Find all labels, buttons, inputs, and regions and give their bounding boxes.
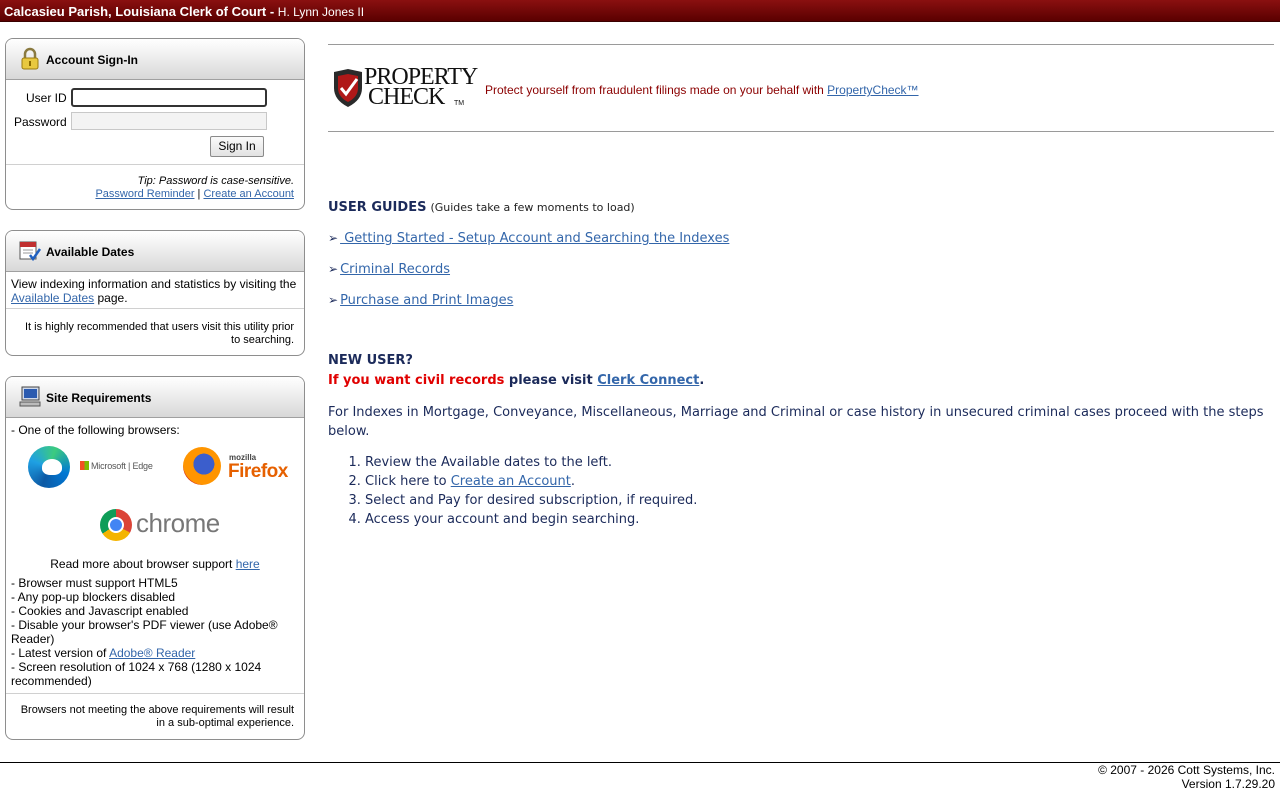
available-dates-note: It is highly recommended that users visi…	[6, 308, 304, 355]
propertycheck-promo: Protect yourself from fraudulent filings…	[485, 83, 919, 97]
copyright: © 2007 - 2026 Cott Systems, Inc.	[1098, 763, 1275, 777]
guide-criminal-records[interactable]: ➢ Criminal Records	[328, 262, 450, 277]
top-header-bar: Calcasieu Parish, Louisiana Clerk of Cou…	[0, 0, 1280, 22]
requirement-popups: - Any pop-up blockers disabled	[11, 590, 176, 604]
site-requirements-title: Site Requirements	[46, 391, 152, 405]
civil-records-text: please visit	[504, 373, 598, 388]
propertycheck-logo[interactable]: PROPERTY CHECK TM	[332, 65, 482, 110]
footer-divider	[0, 762, 1280, 763]
edge-logo-icon[interactable]	[28, 446, 70, 488]
new-user-steps: Review the Available dates to the left. …	[328, 453, 697, 529]
edge-brand-text: Microsoft | Edge	[80, 461, 153, 471]
guide-purchase-print[interactable]: ➢ Purchase and Print Images	[328, 293, 513, 308]
user-guides-heading: USER GUIDES (Guides take a few moments to…	[328, 200, 635, 215]
site-requirements-panel: Site Requirements - One of the following…	[5, 376, 305, 740]
guide-purchase-print-link[interactable]: Purchase and Print Images	[340, 293, 513, 308]
guide-getting-started[interactable]: ➢ Getting Started - Setup Account and Se…	[328, 231, 729, 246]
lock-icon	[21, 47, 39, 70]
browser-support-text: Read more about browser support here	[6, 557, 304, 571]
step-item: Select and Pay for desired subscription,…	[365, 491, 697, 510]
middle-divider	[328, 131, 1274, 132]
account-signin-panel: Account Sign-In User ID Password Sign In…	[5, 38, 305, 210]
chrome-brand: chrome	[136, 508, 220, 538]
create-account-step-link[interactable]: Create an Account	[451, 474, 571, 489]
new-user-intro: For Indexes in Mortgage, Conveyance, Mis…	[328, 405, 1264, 439]
requirement-cookies: - Cookies and Javascript enabled	[11, 604, 189, 618]
adobe-reader-link[interactable]: Adobe® Reader	[109, 646, 195, 660]
user-guides-title: USER GUIDES	[328, 200, 427, 215]
available-dates-title: Available Dates	[46, 245, 135, 259]
available-dates-link[interactable]: Available Dates	[11, 291, 94, 305]
footer: © 2007 - 2026 Cott Systems, Inc. Version…	[1098, 763, 1275, 791]
available-dates-text-before: View indexing information and statistics…	[11, 277, 297, 291]
calendar-icon	[19, 241, 42, 262]
step-item: Review the Available dates to the left.	[365, 453, 697, 472]
signin-footer: Tip: Password is case-sensitive. Passwor…	[6, 164, 304, 209]
requirement-adobe: - Latest version of Adobe® Reader	[11, 646, 297, 660]
signin-button[interactable]: Sign In	[210, 136, 264, 157]
guide-getting-started-link[interactable]: Getting Started - Setup Account and Sear…	[340, 231, 729, 246]
step2-end: .	[570, 474, 576, 489]
signin-links: Password Reminder | Create an Account	[16, 188, 294, 201]
create-account-link[interactable]: Create an Account	[203, 188, 294, 200]
password-input[interactable]	[71, 112, 267, 130]
user-guides-note: (Guides take a few moments to load)	[430, 201, 635, 214]
civil-records-line: If you want civil records please visit C…	[328, 373, 704, 388]
page-title: Calcasieu Parish, Louisiana Clerk of Cou…	[4, 4, 364, 19]
edge-brand: Microsoft | Edge	[91, 461, 153, 471]
read-more-text: Read more about browser support	[50, 557, 236, 571]
propertycheck-link[interactable]: PropertyCheck™	[827, 83, 918, 97]
step-item: Click here to Create an Account.	[365, 472, 697, 491]
step2-text: Click here to	[365, 474, 451, 489]
available-dates-text: View indexing information and statistics…	[11, 277, 301, 305]
password-tip: Tip: Password is case-sensitive.	[137, 175, 294, 187]
requirements-list: - Browser must support HTML5 - Any pop-u…	[11, 576, 297, 688]
civil-records-red-text: If you want civil records	[328, 373, 505, 388]
propertycheck-logo-line2: CHECK	[368, 84, 445, 110]
civil-records-end: .	[699, 373, 705, 388]
top-divider	[328, 44, 1274, 45]
signin-panel-header: Account Sign-In	[6, 39, 304, 80]
browser-support-here-link[interactable]: here	[236, 557, 260, 571]
requirement-html5: - Browser must support HTML5	[11, 576, 178, 590]
page-title-text: Calcasieu Parish, Louisiana Clerk of Cou…	[4, 4, 278, 19]
requirements-note: Browsers not meeting the above requireme…	[6, 693, 304, 739]
requirement-pdf-viewer: - Disable your browser's PDF viewer (use…	[11, 618, 278, 646]
guide-criminal-records-link[interactable]: Criminal Records	[340, 262, 450, 277]
chrome-logo-icon[interactable]	[100, 509, 132, 541]
available-dates-panel: Available Dates View indexing informatio…	[5, 230, 305, 356]
password-reminder-link[interactable]: Password Reminder	[95, 188, 194, 200]
requirement-resolution: - Screen resolution of 1024 x 768 (1280 …	[11, 660, 262, 688]
arrow-right-icon: ➢	[328, 231, 339, 245]
firefox-brand: Firefox	[228, 461, 288, 482]
userid-input[interactable]	[71, 88, 267, 107]
arrow-right-icon: ➢	[328, 293, 339, 307]
computer-icon	[19, 386, 41, 407]
password-label: Password	[14, 115, 67, 129]
shield-check-icon	[334, 69, 362, 107]
propertycheck-promo-text: Protect yourself from fraudulent filings…	[485, 83, 828, 97]
version: Version 1.7.29.20	[1181, 777, 1275, 791]
new-user-heading: NEW USER?	[328, 353, 413, 368]
clerk-name: H. Lynn Jones II	[277, 5, 365, 19]
available-dates-header: Available Dates	[6, 231, 304, 272]
site-requirements-header: Site Requirements	[6, 377, 304, 418]
propertycheck-logo-tm: TM	[454, 100, 465, 107]
browsers-intro: - One of the following browsers:	[11, 423, 180, 437]
available-dates-text-after: page.	[94, 291, 128, 305]
userid-label: User ID	[26, 91, 67, 105]
arrow-right-icon: ➢	[328, 262, 339, 276]
requirement-adobe-text: - Latest version of	[11, 646, 110, 660]
firefox-logo-icon[interactable]	[183, 447, 221, 485]
clerk-connect-link[interactable]: Clerk Connect	[597, 373, 699, 388]
step-item: Access your account and begin searching.	[365, 510, 697, 529]
signin-panel-title: Account Sign-In	[46, 53, 138, 67]
